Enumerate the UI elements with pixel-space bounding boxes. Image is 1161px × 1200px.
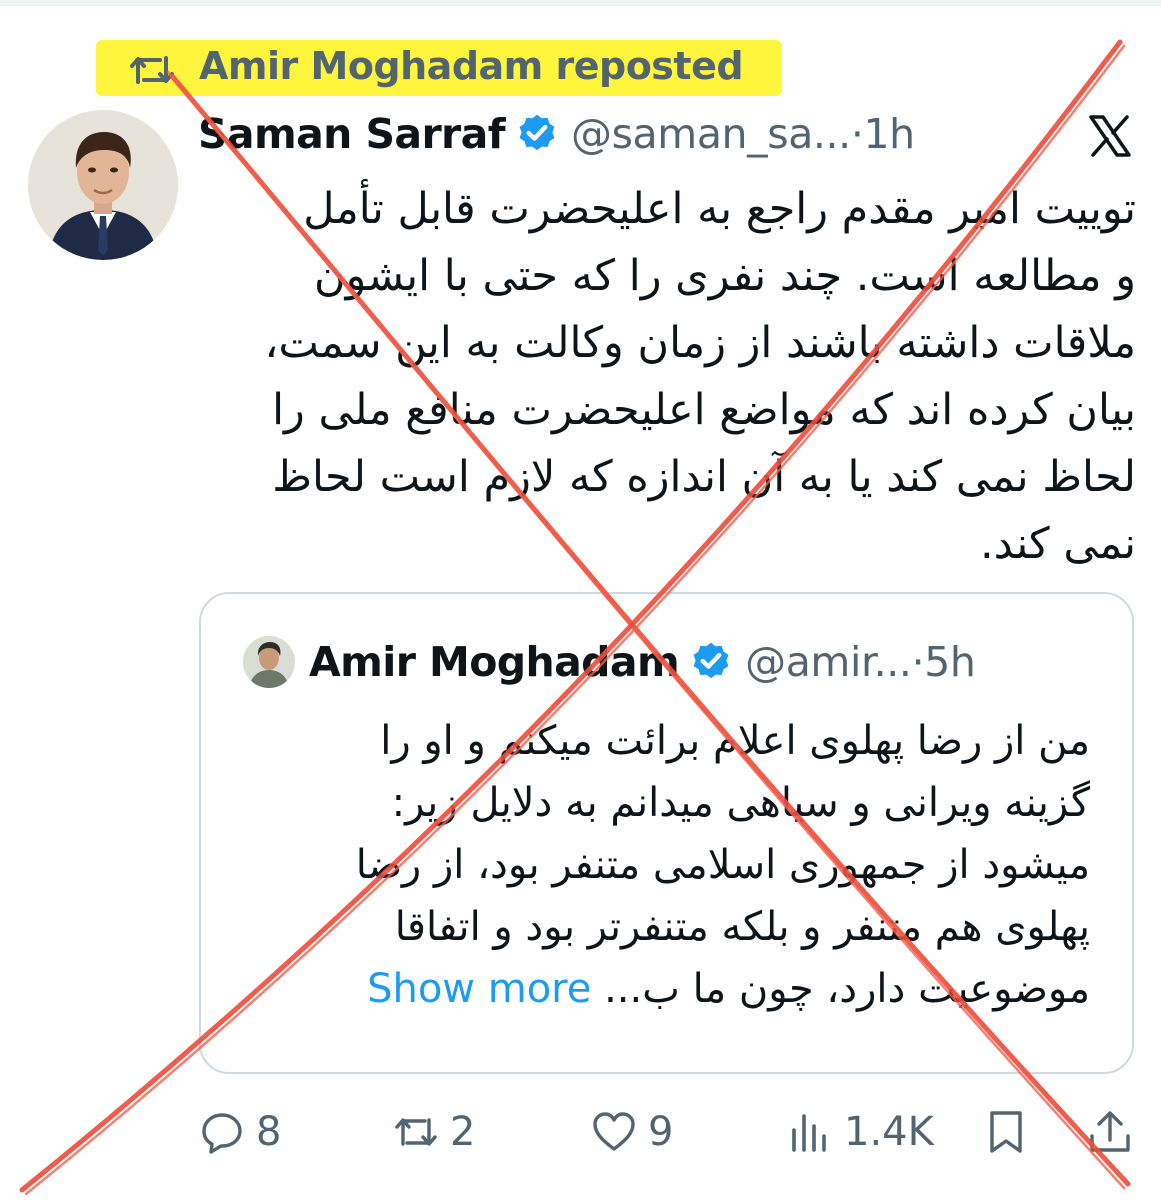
share-button[interactable]: [1088, 1100, 1132, 1164]
quoted-text-line: من از رضا پهلوی اعلام برائت میکنم و او ر…: [380, 718, 1090, 764]
tweet-text-line: لحاظ نمی کند یا به آن اندازه که لازم است…: [272, 452, 1136, 502]
quoted-author-avatar[interactable]: [243, 636, 295, 688]
tweet-header: Saman Sarraf @saman_sa... · 1h: [198, 106, 915, 162]
author-avatar[interactable]: [28, 110, 178, 260]
screenshot-page: Amir Moghadam reposted Saman Sarraf @sam…: [0, 0, 1161, 1200]
quoted-author-handle[interactable]: @amir...: [745, 638, 912, 686]
verified-badge-icon[interactable]: [515, 112, 559, 156]
repost-banner[interactable]: Amir Moghadam reposted: [96, 40, 782, 96]
tweet-text-line: بیان کرده اند که مواضع اعلیحضرت منافع مل…: [272, 385, 1136, 435]
author-handle[interactable]: @saman_sa...: [571, 110, 851, 158]
bookmark-button[interactable]: [984, 1100, 1028, 1164]
like-button[interactable]: 9: [592, 1100, 673, 1164]
reply-count: 8: [256, 1109, 282, 1155]
verified-badge-icon[interactable]: [689, 640, 733, 684]
reply-icon: [202, 1113, 242, 1154]
tweet-text-line: توییت امیر مقدم راجع به اعلیحضرت قابل تأ…: [303, 184, 1136, 234]
quoted-tweet-timestamp[interactable]: 5h: [924, 638, 976, 686]
quoted-text-line: پهلوی هم متنفر و بلکه متنفرتر بود و اتفا…: [394, 904, 1090, 950]
repost-label: Amir Moghadam reposted: [199, 44, 744, 88]
quoted-tweet-text: من از رضا پهلوی اعلام برائت میکنم و او ر…: [230, 710, 1090, 1020]
quoted-text-truncated: موضوعیت دارد، چون ما ب...: [604, 966, 1090, 1012]
x-logo-icon[interactable]: [1088, 114, 1132, 158]
quoted-header-separator: ·: [911, 638, 925, 686]
repost-icon: [130, 56, 174, 84]
heart-icon: [593, 1112, 635, 1151]
bookmark-icon: [990, 1111, 1022, 1153]
quoted-tweet-card[interactable]: Amir Moghadam @amir... · 5h من از رضا په…: [199, 592, 1134, 1074]
quoted-text-line: میشود از جمهوری اسلامی متنفر بود، از رضا: [355, 842, 1090, 888]
reply-button[interactable]: 8: [200, 1100, 281, 1164]
avatar-portrait: [28, 110, 178, 260]
repost-icon: [395, 1118, 437, 1146]
tweet-text-line: و مطالعه است. چند نفری را که حتی با ایشو…: [314, 251, 1136, 301]
repost-button[interactable]: 2: [394, 1100, 475, 1164]
quoted-text-line: گزینه ویرانی و سیاهی میدانم به دلایل زیر…: [391, 780, 1090, 826]
tweet-action-bar: 8 2 9 1.4K: [0, 1100, 1161, 1164]
header-separator: ·: [850, 110, 864, 158]
repost-count: 2: [450, 1109, 476, 1155]
views-button[interactable]: 1.4K: [788, 1100, 934, 1164]
share-icon: [1090, 1111, 1130, 1152]
tweet-text: توییت امیر مقدم راجع به اعلیحضرت قابل تأ…: [190, 176, 1137, 578]
tweet-text-line: نمی کند.: [979, 519, 1136, 569]
quoted-text-line-last: موضوعیت دارد، چون ما ب... Show more: [230, 958, 1090, 1020]
views-count: 1.4K: [844, 1109, 934, 1155]
top-divider: [0, 0, 1161, 6]
tweet-text-line: ملاقات داشته باشند از زمان وکالت به این …: [264, 318, 1137, 368]
author-name[interactable]: Saman Sarraf: [198, 110, 506, 158]
like-count: 9: [648, 1109, 674, 1155]
show-more-link[interactable]: Show more: [367, 966, 591, 1012]
quoted-avatar-portrait: [243, 636, 295, 688]
views-analytics-icon: [792, 1114, 826, 1152]
tweet-timestamp[interactable]: 1h: [863, 110, 915, 158]
quoted-author-name[interactable]: Amir Moghadam: [309, 638, 680, 686]
quoted-tweet-header: Amir Moghadam @amir... · 5h: [309, 632, 976, 692]
